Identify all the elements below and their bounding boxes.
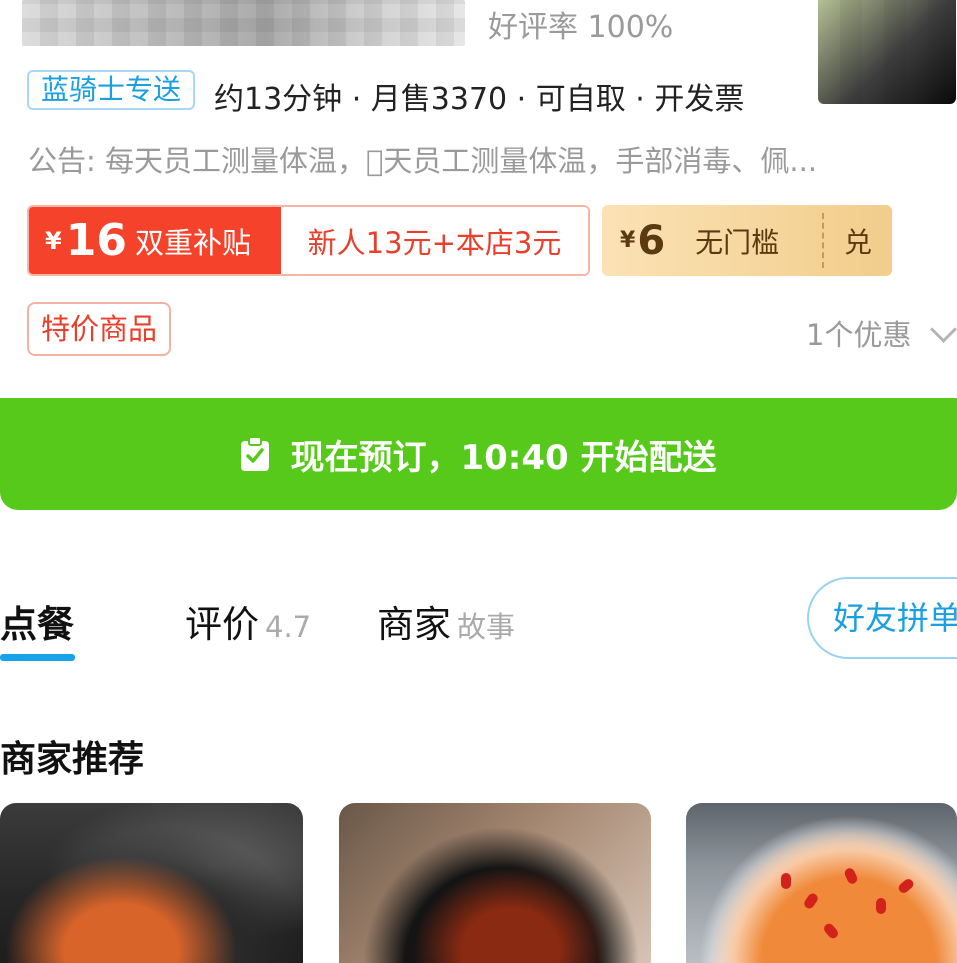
promo-count[interactable]: 1个优惠 [806,312,911,354]
recommended-dish-image-2[interactable] [339,803,651,963]
subsidy-coupon[interactable]: ¥ 16 双重补贴 新人13元+本店3元 [27,205,590,276]
currency-symbol: ¥ [45,226,62,255]
chili-decoration [822,921,840,941]
tab-merchant[interactable]: 商家 故事 [377,594,515,648]
store-name-pixelated [22,0,465,46]
preorder-banner: 现在预订，10:40 开始配送 [0,398,957,510]
tab-merchant-label: 商家 [377,603,451,646]
store-logo[interactable] [818,0,956,104]
review-score: 4.7 [265,610,312,644]
coupon-label: 双重补贴 [134,225,251,260]
tab-reviews[interactable]: 评价 4.7 [185,594,311,648]
section-title: 商家推荐 [0,739,145,780]
tab-reviews-label: 评价 [185,603,259,646]
subsidy-coupon-amount: ¥ 16 双重补贴 [29,207,281,274]
no-threshold-coupon[interactable]: ¥ 6 无门槛 兑 [602,205,892,276]
chili-decoration [843,866,859,886]
gold-coupon-main: ¥ 6 无门槛 [602,205,822,276]
clipboard-check-icon [241,436,270,471]
coupon-detail: 新人13元+本店3元 [281,207,588,274]
recommended-dish-image-3[interactable] [686,803,957,963]
active-tab-indicator [0,654,75,661]
chili-decoration [896,877,916,895]
chili-decoration [781,873,791,889]
chevron-down-icon[interactable] [930,316,957,343]
rating-text: 好评率 100% [488,10,674,45]
group-order-button[interactable]: 好友拼单 [807,577,957,659]
coupon-label: 无门槛 [695,225,780,259]
store-notice[interactable]: 公告: 每天员工测量体温， 天员工测量体温，手部消毒、佩... [28,138,908,180]
coupon-amount: 6 [637,217,666,264]
delivery-tag: 蓝骑士专送 [27,70,196,110]
chili-decoration [802,891,820,911]
preorder-text: 现在预订，10:40 开始配送 [290,437,717,478]
currency-symbol: ¥ [620,228,636,253]
recommended-dish-image-1[interactable] [0,803,303,963]
special-items-tag[interactable]: 特价商品 [27,302,172,356]
tab-order[interactable]: 点餐 [0,594,74,648]
chili-decoration [876,898,886,914]
coupon-amount: 16 [65,215,127,266]
delivery-info: 约13分钟 · 月售3370 · 可自取 · 开发票 [214,82,745,117]
redeem-button[interactable]: 兑 [824,205,892,276]
tab-merchant-sub: 故事 [457,610,516,644]
